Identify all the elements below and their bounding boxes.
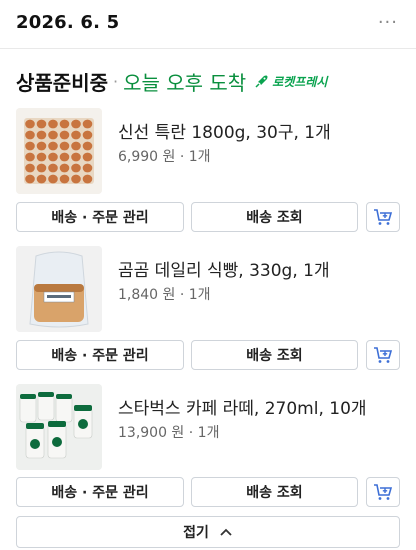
delivery-order-manage-button[interactable]: 배송 · 주문 관리 — [16, 477, 184, 507]
track-delivery-button[interactable]: 배송 조회 — [191, 202, 358, 232]
delivery-order-manage-button[interactable]: 배송 · 주문 관리 — [16, 202, 184, 232]
order-item[interactable]: 신선 특란 1800g, 30구, 1개 6,990 원 · 1개 — [16, 108, 400, 194]
latte-cups-icon[interactable] — [16, 384, 102, 470]
status-separator: · — [113, 71, 119, 91]
more-options-button[interactable]: ··· — [378, 12, 398, 33]
egg-tray-icon[interactable] — [16, 108, 102, 194]
rocket-icon — [255, 75, 268, 88]
collapse-button[interactable]: 접기 — [16, 516, 400, 548]
delivery-status: 상품준비중 · 오늘 오후 도착 로켓프레시 — [16, 66, 327, 96]
delivery-eta: 오늘 오후 도착 — [123, 70, 247, 95]
order-header: 2026. 6. 5 ··· — [0, 0, 416, 49]
order-item[interactable]: 스타벅스 카페 라떼, 270ml, 10개 13,900 원 · 1개 — [16, 384, 400, 470]
product-name[interactable]: 신선 특란 1800g, 30구, 1개 — [118, 118, 331, 143]
collapse-label: 접기 — [183, 525, 209, 541]
add-to-cart-button[interactable] — [366, 340, 400, 370]
bread-bag-icon[interactable] — [16, 246, 102, 332]
product-price: 1,840 원 · 1개 — [118, 287, 211, 303]
product-name[interactable]: 스타벅스 카페 라떼, 270ml, 10개 — [118, 394, 367, 419]
status-title: 상품준비중 — [16, 70, 108, 95]
order-date: 2026. 6. 5 — [16, 12, 120, 33]
add-to-cart-button[interactable] — [366, 477, 400, 507]
rocket-fresh-label: 로켓프레시 — [272, 74, 328, 89]
rocket-fresh-badge: 로켓프레시 — [254, 73, 327, 90]
item-actions: 배송 · 주문 관리 배송 조회 — [16, 202, 400, 234]
product-name[interactable]: 곰곰 데일리 식빵, 330g, 1개 — [118, 256, 330, 281]
cart-add-icon — [374, 209, 393, 225]
track-delivery-button[interactable]: 배송 조회 — [191, 477, 358, 507]
track-delivery-button[interactable]: 배송 조회 — [191, 340, 358, 370]
order-item[interactable]: 곰곰 데일리 식빵, 330g, 1개 1,840 원 · 1개 — [16, 246, 400, 332]
item-actions: 배송 · 주문 관리 배송 조회 — [16, 477, 400, 509]
product-price: 6,990 원 · 1개 — [118, 149, 211, 165]
item-actions: 배송 · 주문 관리 배송 조회 — [16, 340, 400, 372]
product-price: 13,900 원 · 1개 — [118, 425, 220, 441]
delivery-order-manage-button[interactable]: 배송 · 주문 관리 — [16, 340, 184, 370]
cart-add-icon — [374, 484, 393, 500]
chevron-up-icon — [220, 528, 232, 536]
add-to-cart-button[interactable] — [366, 202, 400, 232]
cart-add-icon — [374, 347, 393, 363]
